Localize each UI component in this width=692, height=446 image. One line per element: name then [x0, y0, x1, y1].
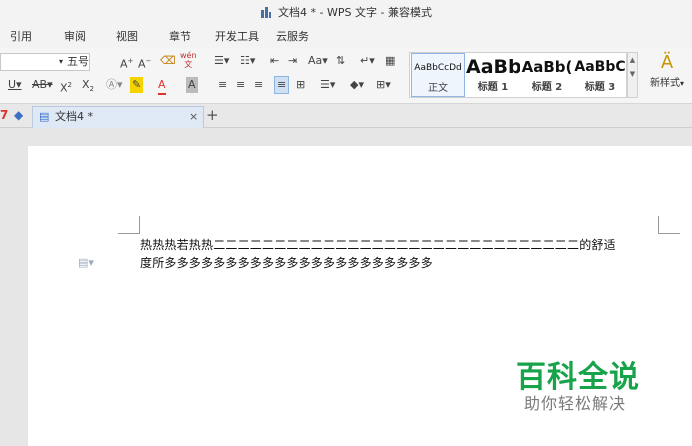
wps-red-icon[interactable]: 7	[0, 108, 8, 122]
style-label: 标题 3	[584, 82, 616, 93]
margin-corner-top-right	[658, 216, 680, 234]
watermark-subtitle: 助你轻松解决	[524, 394, 627, 413]
tab-document[interactable]: ▤ 文档4 * ×	[32, 106, 204, 128]
align-right-icon[interactable]: ≡	[254, 77, 263, 93]
document-text-line-1[interactable]: 热热热若热热二二二二二二二二二二二二二二二二二二二二二二二二二二二二二二的舒适	[140, 236, 616, 254]
style-heading-2[interactable]: AaBb( 标题 2	[520, 53, 574, 97]
chevron-down-icon: ▾	[59, 57, 64, 66]
numbered-list-icon[interactable]: ☷▾	[240, 53, 255, 69]
ribbon-toolbar: ▾ 五号 A+ A− ⌫ wén 文 ☰▾ ☷▾ ⇤ ⇥ Aa▾ ⇅ ↵▾ ▦ U…	[0, 48, 692, 104]
menu-review[interactable]: 审阅	[64, 26, 86, 48]
style-heading-1[interactable]: AaBb 标题 1	[466, 53, 520, 97]
close-icon[interactable]: ×	[189, 107, 198, 127]
phonetic-guide-button[interactable]: wén 文	[180, 51, 197, 69]
underline-button[interactable]: U▾	[8, 77, 22, 93]
align-left-icon[interactable]: ≡	[218, 77, 227, 93]
styles-gallery-scroll[interactable]: ▲ ▼	[627, 52, 638, 98]
char-shading-icon[interactable]: A	[186, 77, 198, 93]
superscript-button[interactable]: X2	[60, 77, 72, 97]
phonetic-label: wén	[180, 51, 197, 60]
menu-view[interactable]: 视图	[116, 26, 138, 48]
style-label: 标题 1	[477, 82, 509, 93]
styles-gallery: AaBbCcDd 正文 AaBb 标题 1 AaBb( 标题 2 AaBbC 标…	[409, 52, 627, 98]
bullet-list-icon[interactable]: ☰▾	[214, 53, 229, 69]
document-text-line-2[interactable]: 度所多多多多多多多多多多多多多多多多多多多多多多	[140, 254, 433, 272]
menu-cloud-service[interactable]: 云服务	[276, 26, 309, 48]
strikethrough-button[interactable]: AB▾	[32, 77, 53, 93]
grow-font-button[interactable]: A+	[120, 53, 133, 73]
change-case-icon[interactable]: Aa▾	[308, 53, 328, 69]
document-tab-bar: 7 ◆ ▤ 文档4 * × +	[0, 104, 692, 128]
style-preview: AaBb(	[521, 58, 573, 76]
cube-icon[interactable]: ◆	[14, 108, 23, 122]
style-heading-3[interactable]: AaBbC 标题 3	[573, 53, 627, 97]
style-preview: AaBbCcDd	[414, 63, 462, 73]
decrease-indent-icon[interactable]: ⇤	[270, 53, 279, 69]
document-icon: ▤	[39, 110, 50, 123]
menu-bar: 引用 审阅 视图 章节 开发工具 云服务	[0, 26, 692, 48]
distribute-icon[interactable]: ⊞	[296, 77, 305, 93]
shading-fill-icon[interactable]: ◆▾	[350, 77, 364, 93]
style-label: 标题 2	[531, 82, 563, 93]
shrink-font-button[interactable]: A−	[138, 53, 151, 73]
font-color-icon[interactable]: A	[158, 77, 166, 95]
border-icon[interactable]: ⊞▾	[376, 77, 391, 93]
font-size-value: 五号	[67, 55, 89, 68]
chevron-down-icon: ▾	[679, 79, 684, 88]
justify-icon[interactable]: ≡	[274, 76, 290, 94]
paragraph-layout-icon[interactable]: ▤▾	[78, 256, 94, 269]
menu-references[interactable]: 引用	[10, 26, 32, 48]
style-label: 正文	[428, 83, 448, 94]
new-style-label: 新样式	[649, 78, 680, 89]
increase-indent-icon[interactable]: ⇥	[288, 53, 297, 69]
paragraph-mark-icon[interactable]: ↵▾	[360, 53, 375, 69]
window-title: 文档4 * - WPS 文字 - 兼容模式	[278, 6, 432, 19]
text-effect-icon[interactable]: Ⓐ▾	[106, 77, 123, 93]
style-normal[interactable]: AaBbCcDd 正文	[411, 53, 465, 97]
menu-developer[interactable]: 开发工具	[215, 26, 259, 48]
style-preview: AaBbC	[574, 59, 626, 75]
new-style-button[interactable]: Ä 新样式▾	[642, 52, 692, 98]
title-bar: 文档4 * - WPS 文字 - 兼容模式	[0, 0, 692, 26]
font-size-select[interactable]: ▾ 五号	[0, 53, 90, 71]
highlight-color-icon[interactable]: ✎	[130, 77, 144, 93]
margin-corner-top-left	[118, 216, 140, 234]
align-center-icon[interactable]: ≡	[236, 77, 245, 93]
tab-document-label: 文档4 *	[55, 110, 93, 123]
style-preview: AaBb	[466, 56, 520, 78]
menu-chapter[interactable]: 章节	[169, 26, 191, 48]
subscript-button[interactable]: X2	[82, 77, 94, 97]
clear-format-icon[interactable]: ⌫	[160, 53, 176, 69]
borders-grid-icon[interactable]: ▦	[385, 53, 395, 69]
add-tab-icon[interactable]: +	[206, 106, 219, 124]
new-style-icon: Ä	[660, 52, 674, 73]
wps-document-icon	[261, 7, 272, 18]
line-spacing-icon[interactable]: ☰▾	[320, 77, 335, 93]
sort-icon[interactable]: ⇅	[336, 53, 345, 69]
